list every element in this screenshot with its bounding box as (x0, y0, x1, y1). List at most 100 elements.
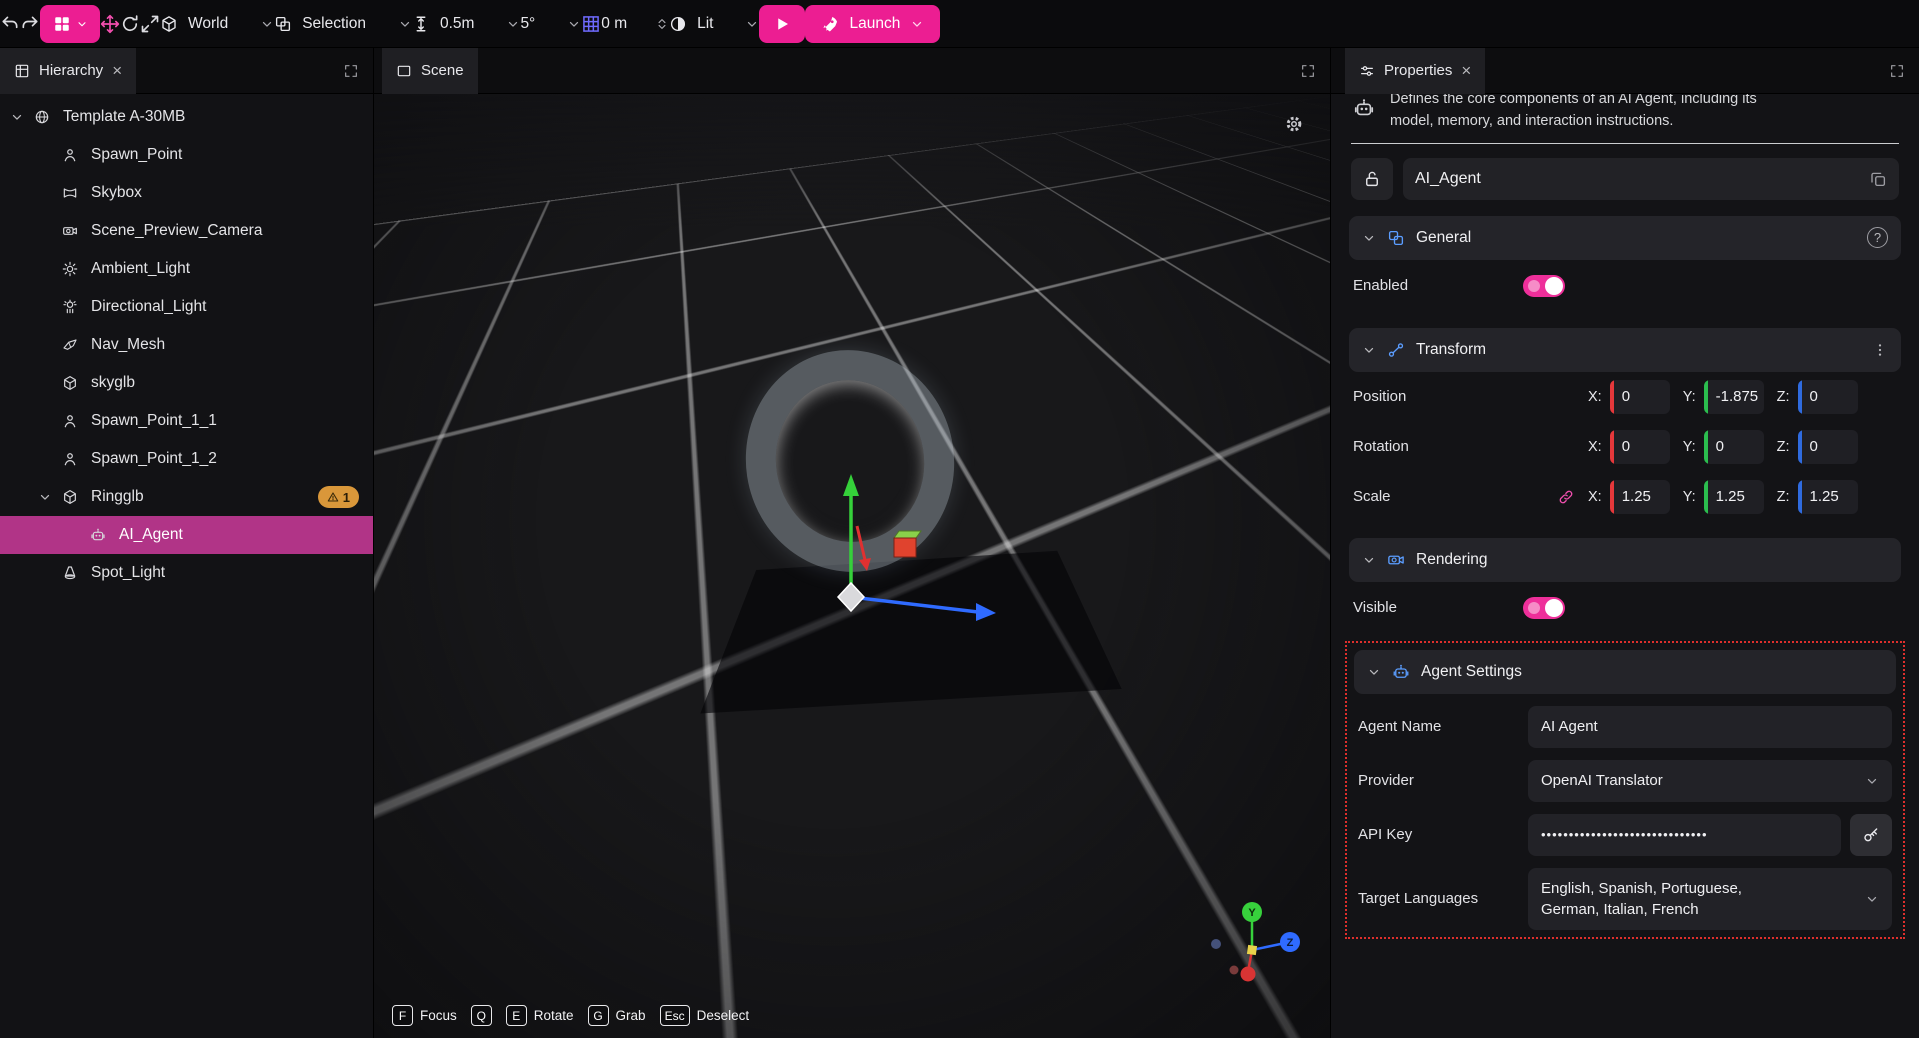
tree-item-nav-mesh[interactable]: Nav_Mesh (0, 326, 373, 364)
position-y-input[interactable] (1704, 380, 1764, 414)
redo-button[interactable] (20, 14, 40, 34)
more-options-icon[interactable] (1872, 342, 1888, 358)
warning-badge[interactable]: 1 (318, 486, 359, 508)
spawn-point-icon (62, 147, 88, 163)
shading-mode-dropdown[interactable]: Lit (669, 15, 759, 33)
transform-gizmo (680, 430, 1020, 670)
rotation-z-input[interactable] (1798, 430, 1858, 464)
mesh-cube-icon (62, 375, 88, 391)
visible-toggle[interactable] (1523, 597, 1565, 619)
chevron-down-icon (745, 17, 759, 31)
launch-label: Launch (849, 15, 900, 33)
tab-hierarchy[interactable]: Hierarchy (0, 48, 136, 94)
expand-panel-icon[interactable] (1889, 63, 1905, 79)
unlock-icon[interactable] (1351, 158, 1393, 200)
scene-window-icon (396, 63, 412, 79)
scale-z-input[interactable] (1798, 480, 1858, 514)
tree-item-ai-agent[interactable]: AI_Agent (0, 516, 373, 554)
template-globe-icon (34, 109, 60, 125)
provider-select[interactable]: OpenAI Translator (1528, 760, 1892, 802)
camera-icon (62, 223, 88, 239)
enabled-toggle[interactable] (1523, 275, 1565, 297)
rotation-x-input[interactable] (1610, 430, 1670, 464)
expand-viewport-icon[interactable] (1300, 63, 1316, 79)
chevron-down-icon (260, 17, 274, 31)
tree-item-spot-light[interactable]: Spot_Light (0, 554, 373, 592)
rotate-tool-button[interactable] (120, 14, 140, 34)
rotation-y-input[interactable] (1704, 430, 1764, 464)
general-icon (1387, 229, 1405, 247)
position-x-input[interactable] (1610, 380, 1670, 414)
tree-item-ambient-light[interactable]: Ambient_Light (0, 250, 373, 288)
properties-tab-label: Properties (1384, 62, 1452, 79)
scale-row: Scale X: Y: Z: (1349, 472, 1901, 522)
copy-icon[interactable] (1869, 170, 1887, 188)
chevron-down-icon (1865, 774, 1879, 788)
position-z-input[interactable] (1798, 380, 1858, 414)
tree-item-template[interactable]: Template A-30MB (0, 98, 373, 136)
tab-properties[interactable]: Properties (1345, 48, 1485, 94)
transform-section-header[interactable]: Transform (1349, 328, 1901, 372)
orientation-gizmo[interactable]: Y Z (1204, 898, 1308, 998)
chevron-down-icon (398, 17, 412, 31)
tree-item-spawn-point[interactable]: Spawn_Point (0, 136, 373, 174)
tab-scene[interactable]: Scene (382, 48, 478, 94)
chevron-down-icon[interactable] (38, 490, 62, 504)
close-icon[interactable] (112, 62, 122, 79)
spawn-point-icon (62, 413, 88, 429)
tree-item-spawn-point-1-1[interactable]: Spawn_Point_1_1 (0, 402, 373, 440)
close-icon[interactable] (1461, 62, 1471, 79)
scale-tool-icon (140, 14, 160, 34)
properties-panel: Properties Defines the core components o… (1330, 48, 1919, 1038)
hint-grab: G Grab (588, 1005, 646, 1026)
nav-mesh-icon (62, 337, 88, 353)
entity-name-field[interactable]: AI_Agent (1403, 158, 1899, 200)
hint-q: Q (471, 1005, 492, 1026)
sliders-icon (1359, 63, 1375, 79)
robot-icon (1353, 97, 1375, 133)
move-snap-dropdown[interactable]: 0.5m (412, 15, 520, 33)
move-tool-button[interactable] (100, 14, 120, 34)
key-icon[interactable] (1850, 814, 1892, 856)
rotate-snap-dropdown[interactable]: 5° (520, 15, 581, 33)
lit-sphere-icon (669, 15, 687, 33)
selection-mode-dropdown[interactable]: Selection (274, 15, 412, 33)
hint-rotate: E Rotate (506, 1005, 574, 1026)
rotation-row: Rotation X: Y: Z: (1349, 422, 1901, 472)
transform-section: Transform Position X: Y: Z: (1349, 328, 1901, 522)
launch-button[interactable]: Launch (805, 5, 940, 43)
undo-button[interactable] (0, 14, 20, 34)
play-button[interactable] (759, 5, 805, 43)
scene-viewport[interactable]: F Focus Q E Rotate G Grab (374, 94, 1330, 1038)
tree-item-skybox[interactable]: Skybox (0, 174, 373, 212)
general-section: General Enabled (1349, 216, 1901, 312)
help-icon[interactable] (1867, 227, 1888, 248)
selection-mode-label: Selection (302, 15, 366, 33)
target-languages-select[interactable]: English, Spanish, Portuguese, German, It… (1528, 868, 1892, 930)
tree-item-ringglb[interactable]: Ringglb 1 (0, 478, 373, 516)
chevron-down-icon[interactable] (10, 110, 34, 124)
divider (1351, 143, 1899, 144)
tree-item-directional-light[interactable]: Directional_Light (0, 288, 373, 326)
expand-panel-icon[interactable] (343, 63, 359, 79)
height-snap-stepper[interactable]: 0 m (601, 15, 669, 33)
scale-y-input[interactable] (1704, 480, 1764, 514)
layout-grid-button[interactable] (40, 5, 100, 43)
viewport-settings-gear-icon[interactable] (1284, 114, 1304, 134)
tree-item-skyglb[interactable]: skyglb (0, 364, 373, 402)
scale-x-input[interactable] (1610, 480, 1670, 514)
world-space-dropdown[interactable]: World (160, 15, 274, 33)
rendering-section: Rendering Visible (1349, 538, 1901, 634)
agent-settings-section-header[interactable]: Agent Settings (1354, 650, 1896, 694)
agent-name-input[interactable] (1528, 706, 1892, 748)
grid-snap-toggle[interactable] (581, 14, 601, 34)
api-key-input[interactable] (1528, 814, 1841, 856)
link-scale-icon[interactable] (1558, 489, 1588, 505)
spawn-point-icon (62, 451, 88, 467)
mesh-cube-icon (62, 489, 88, 505)
tree-item-scene-preview-camera[interactable]: Scene_Preview_Camera (0, 212, 373, 250)
tree-item-spawn-point-1-2[interactable]: Spawn_Point_1_2 (0, 440, 373, 478)
scale-tool-button[interactable] (140, 14, 160, 34)
rendering-section-header[interactable]: Rendering (1349, 538, 1901, 582)
general-section-header[interactable]: General (1349, 216, 1901, 260)
